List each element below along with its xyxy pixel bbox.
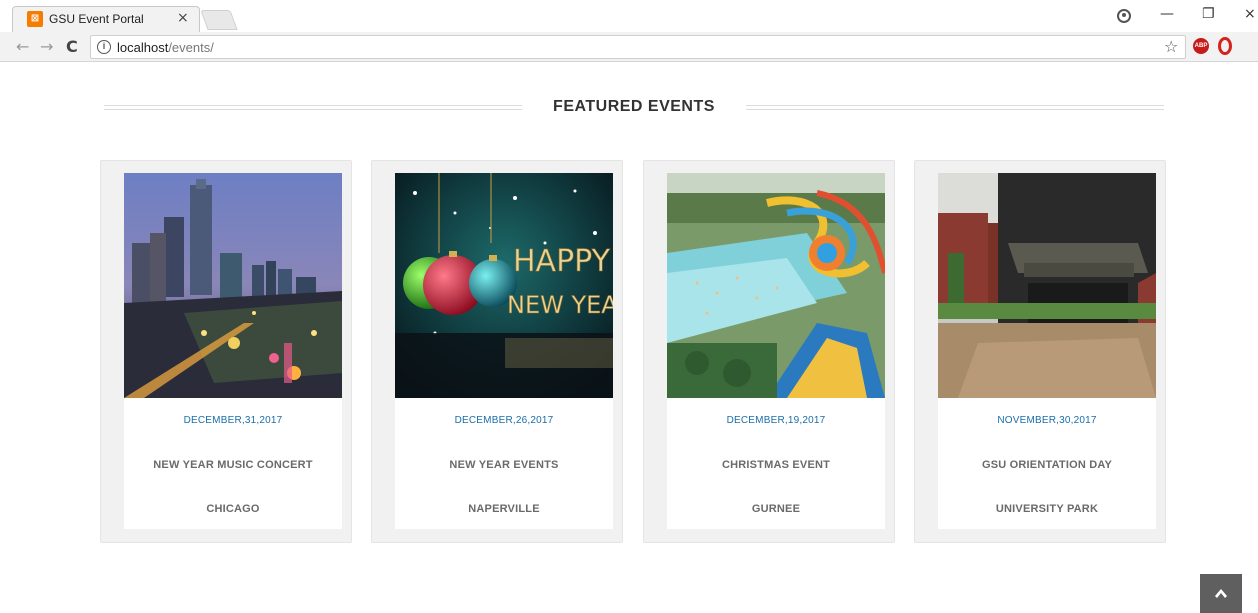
- event-card-body: HAPPY NEW YEAR DECEMBER,26,2017 NEW YEAR…: [395, 173, 613, 529]
- event-card-body: DECEMBER,19,2017 CHRISTMAS EVENT GURNEE: [667, 173, 885, 529]
- event-location: NAPERVILLE: [468, 503, 540, 515]
- event-title[interactable]: NEW YEAR MUSIC CONCERT: [124, 459, 342, 471]
- address-bar[interactable]: i localhost/events/ ☆: [90, 35, 1186, 59]
- site-favicon-icon: ⊠: [27, 11, 43, 27]
- event-date-link[interactable]: DECEMBER,26,2017: [395, 415, 613, 426]
- minimize-button[interactable]: —: [1160, 6, 1174, 22]
- event-title[interactable]: NEW YEAR EVENTS: [395, 459, 613, 471]
- scroll-to-top-button[interactable]: [1200, 574, 1242, 613]
- event-location: CHICAGO: [206, 503, 260, 515]
- event-title[interactable]: GSU ORIENTATION DAY: [938, 459, 1156, 471]
- event-location: UNIVERSITY PARK: [995, 503, 1099, 515]
- url-path: /events/: [168, 40, 214, 55]
- event-card[interactable]: NOVEMBER,30,2017 GSU ORIENTATION DAY UNI…: [914, 160, 1166, 543]
- event-date-link[interactable]: DECEMBER,19,2017: [667, 415, 885, 426]
- event-card-body: DECEMBER,31,2017 NEW YEAR MUSIC CONCERT …: [124, 173, 342, 529]
- info-icon[interactable]: i: [97, 40, 111, 54]
- tab-title: GSU Event Portal: [49, 12, 144, 26]
- close-window-button[interactable]: ×: [1244, 6, 1256, 22]
- heading-divider-left: [104, 105, 522, 110]
- restore-button[interactable]: ❐: [1202, 6, 1215, 22]
- event-image-happy-new-year[interactable]: HAPPY NEW YEAR: [395, 173, 613, 398]
- event-title[interactable]: CHRISTMAS EVENT: [667, 459, 885, 471]
- event-image-gsu-building[interactable]: [938, 173, 1156, 398]
- section-title: FEATURED EVENTS: [553, 98, 715, 115]
- star-icon[interactable]: ☆: [1164, 37, 1178, 56]
- event-image-waterpark[interactable]: [667, 173, 885, 398]
- event-card[interactable]: HAPPY NEW YEAR DECEMBER,26,2017 NEW YEAR…: [371, 160, 623, 543]
- url-text[interactable]: localhost/events/: [117, 40, 214, 55]
- image-text-happy: HAPPY: [513, 244, 611, 279]
- back-arrow-icon[interactable]: ←: [16, 37, 29, 56]
- tab-close-icon[interactable]: ×: [177, 10, 189, 26]
- event-date-link[interactable]: NOVEMBER,30,2017: [938, 415, 1156, 426]
- event-card[interactable]: DECEMBER,19,2017 CHRISTMAS EVENT GURNEE: [643, 160, 895, 543]
- browser-tab-bar: ⊠ GSU Event Portal × — ❐ ×: [0, 0, 1258, 32]
- user-icon[interactable]: [1117, 9, 1131, 23]
- chevron-up-icon: [1215, 589, 1227, 598]
- event-date-link[interactable]: DECEMBER,31,2017: [124, 415, 342, 426]
- event-card[interactable]: DECEMBER,31,2017 NEW YEAR MUSIC CONCERT …: [100, 160, 352, 543]
- adblock-icon[interactable]: ABP: [1193, 38, 1209, 54]
- featured-events-heading: FEATURED EVENTS: [104, 96, 1164, 120]
- opera-icon[interactable]: [1218, 37, 1232, 55]
- url-host: localhost: [117, 40, 169, 55]
- new-tab-button[interactable]: [200, 10, 238, 30]
- reload-icon[interactable]: C: [66, 37, 78, 56]
- image-text-new-year: NEW YEAR: [507, 291, 613, 319]
- event-image-chicago-skyline[interactable]: [124, 173, 342, 398]
- event-location: GURNEE: [751, 503, 801, 515]
- browser-toolbar: ← → C i localhost/events/ ☆: [0, 32, 1258, 62]
- forward-arrow-icon[interactable]: →: [40, 37, 53, 56]
- heading-divider-right: [746, 105, 1164, 110]
- event-card-body: NOVEMBER,30,2017 GSU ORIENTATION DAY UNI…: [938, 173, 1156, 529]
- browser-tab[interactable]: ⊠ GSU Event Portal ×: [12, 6, 200, 32]
